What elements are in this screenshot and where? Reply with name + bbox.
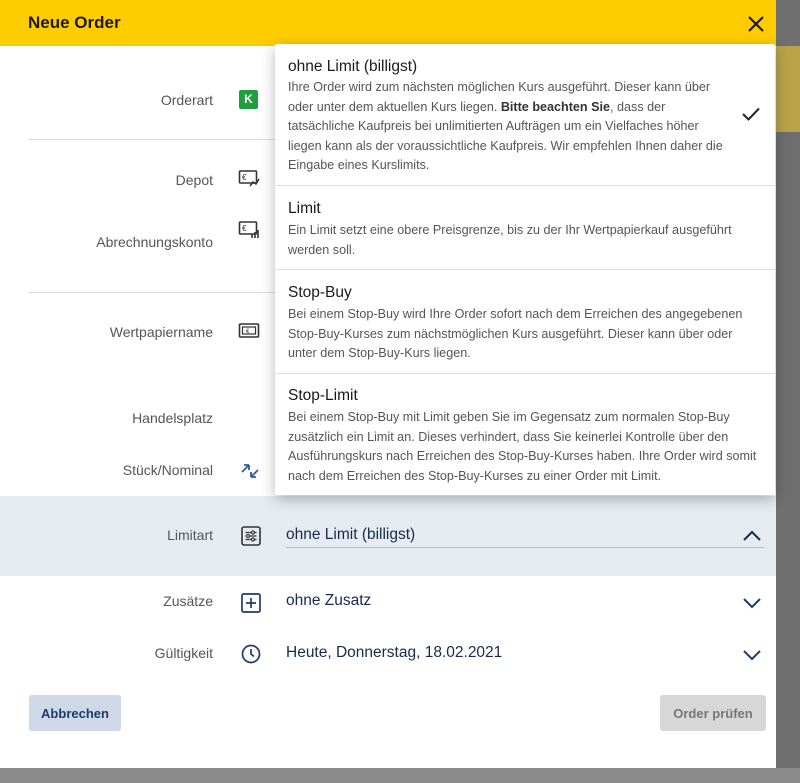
backdrop-bottom-strip <box>0 768 800 783</box>
divider <box>29 292 275 293</box>
menu-item-description: Bei einem Stop-Buy wird Ihre Order sofor… <box>288 307 743 360</box>
limitart-select[interactable]: ohne Limit (billigst) <box>286 526 415 544</box>
cancel-button[interactable]: Abbrechen <box>29 695 121 731</box>
menu-item-limit[interactable]: Limit Ein Limit setzt eine obere Preisgr… <box>275 186 775 270</box>
zusaetze-label: Zusätze <box>163 593 213 609</box>
handelsplatz-label: Handelsplatz <box>132 410 213 426</box>
zusaetze-select[interactable]: ohne Zusatz <box>286 592 371 610</box>
orderart-label: Orderart <box>160 92 213 108</box>
depot-label: Depot <box>175 172 213 188</box>
sliders-icon <box>241 526 261 546</box>
divider <box>29 139 275 140</box>
check-order-button[interactable]: Order prüfen <box>660 695 766 731</box>
svg-text:€: € <box>242 173 247 182</box>
swap-arrows-icon[interactable] <box>239 460 261 482</box>
menu-item-title: ohne Limit (billigst) <box>288 58 418 75</box>
close-icon[interactable] <box>744 12 768 36</box>
limitart-label: Limitart <box>167 527 213 543</box>
menu-item-description: Ein Limit setzt eine obere Preisgrenze, … <box>288 223 732 257</box>
gueltigkeit-select[interactable]: Heute, Donnerstag, 18.02.2021 <box>286 644 502 662</box>
security-certificate-icon: € <box>238 323 260 338</box>
dialog-header: Neue Order <box>0 0 776 46</box>
menu-item-stop-limit[interactable]: Stop-Limit Bei einem Stop-Buy mit Limit … <box>275 374 775 495</box>
limitart-dropdown-menu: ohne Limit (billigst) Ihre Order wird zu… <box>275 44 775 495</box>
chevron-down-icon[interactable] <box>741 592 763 614</box>
wertpapiername-label: Wertpapiername <box>109 324 213 340</box>
menu-item-stop-buy[interactable]: Stop-Buy Bei einem Stop-Buy wird Ihre Or… <box>275 270 775 374</box>
order-type-badge: K <box>239 90 258 109</box>
svg-text:€: € <box>242 224 247 233</box>
account-icon: € <box>238 221 259 238</box>
gueltigkeit-label: Gültigkeit <box>154 645 213 661</box>
depot-icon: € <box>238 170 260 187</box>
menu-item-description: Ihre Order wird zum nächsten möglichen K… <box>288 80 723 172</box>
chevron-up-icon[interactable] <box>741 525 763 547</box>
limitart-underline <box>286 547 764 548</box>
checkmark-icon <box>742 107 760 121</box>
stueck-nominal-label: Stück/Nominal <box>122 462 213 478</box>
menu-item-ohne-limit[interactable]: ohne Limit (billigst) Ihre Order wird zu… <box>275 44 775 186</box>
backdrop-header-strip <box>776 46 800 132</box>
abrechnungskonto-label: Abrechnungskonto <box>96 234 213 250</box>
menu-item-title: Stop-Limit <box>288 387 358 404</box>
add-box-icon <box>241 593 261 613</box>
menu-item-title: Stop-Buy <box>288 284 352 301</box>
clock-icon <box>241 644 261 664</box>
chevron-down-icon[interactable] <box>741 644 763 666</box>
menu-item-description: Bei einem Stop-Buy mit Limit geben Sie i… <box>288 410 757 483</box>
menu-item-title: Limit <box>288 200 321 217</box>
dialog-title: Neue Order <box>28 13 121 32</box>
